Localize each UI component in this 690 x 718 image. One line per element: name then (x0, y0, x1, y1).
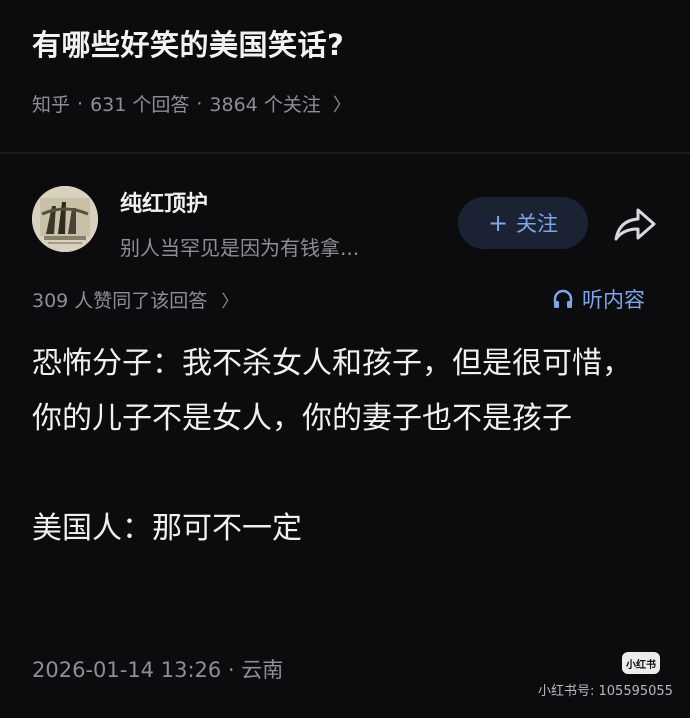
chevron-right-icon: 〉 (332, 94, 351, 116)
separator-dot: · (77, 92, 84, 115)
follow-label: 关注 (516, 212, 559, 236)
watermark-id: 小红书号: 105595055 (538, 684, 673, 699)
share-button[interactable] (612, 204, 658, 244)
section-divider (0, 152, 690, 154)
listen-button[interactable]: 听内容 (552, 284, 645, 314)
answers-count: 631 个回答 (90, 94, 190, 116)
question-meta[interactable]: 知乎 · 631 个回答 · 3864 个关注 〉 (32, 90, 351, 117)
vote-count: 309 人赞同了该回答 (32, 290, 208, 312)
answer-timestamp: 2026-01-14 13:26 · 云南 (32, 658, 284, 682)
source-label: 知乎 (32, 94, 71, 116)
xiaohongshu-logo: 小红书 (622, 652, 660, 674)
avatar-image (32, 186, 98, 252)
follow-button[interactable]: + 关注 (458, 197, 588, 249)
answer-paragraph: 恐怖分子：我不杀女人和孩子，但是很可惜，你的儿子不是女人，你的妻子也不是孩子 (32, 346, 632, 436)
headphones-icon (553, 289, 573, 308)
separator-dot: · (196, 92, 203, 115)
question-title[interactable]: 有哪些好笑的美国笑话? (32, 22, 344, 64)
author-name[interactable]: 纯红顶护 (120, 186, 208, 218)
chevron-right-icon: 〉 (221, 292, 239, 312)
author-avatar[interactable] (32, 186, 98, 252)
share-icon (614, 208, 656, 241)
listen-label: 听内容 (582, 288, 645, 312)
plus-icon: + (487, 209, 509, 237)
followers-count: 3864 个关注 (209, 94, 321, 116)
answer-body: 恐怖分子：我不杀女人和孩子，但是很可惜，你的儿子不是女人，你的妻子也不是孩子 美… (32, 336, 658, 556)
vote-summary[interactable]: 309 人赞同了该回答 〉 (32, 286, 238, 313)
author-bio: 别人当罕见是因为有钱拿... (120, 236, 360, 260)
answer-paragraph: 美国人：那可不一定 (32, 511, 302, 546)
